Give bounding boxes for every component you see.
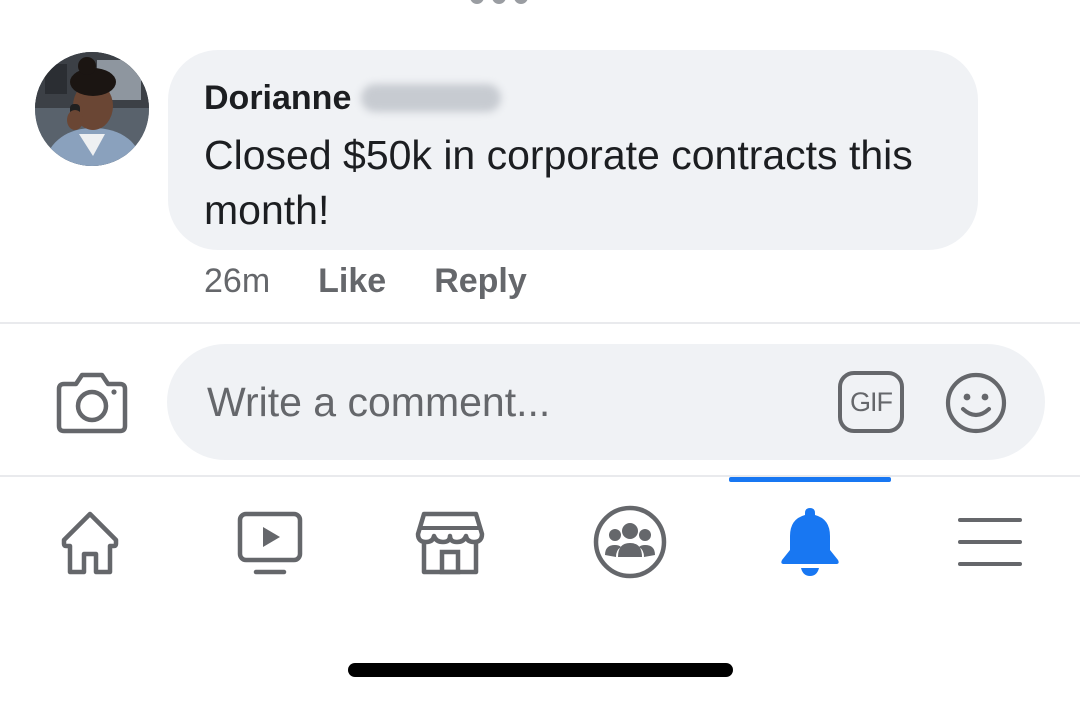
nav-menu[interactable] xyxy=(945,502,1035,582)
comment-author-name[interactable]: Dorianne xyxy=(204,79,351,118)
divider xyxy=(0,322,1080,324)
comment-author-row: Dorianne xyxy=(204,78,942,118)
nav-notifications[interactable] xyxy=(765,502,855,582)
gif-button[interactable]: GIF xyxy=(838,371,904,433)
avatar[interactable] xyxy=(35,52,149,166)
comment-text: Closed $50k in corporate contracts this … xyxy=(204,132,913,233)
like-button[interactable]: Like xyxy=(318,262,386,301)
bell-icon xyxy=(781,508,839,576)
nav-home[interactable] xyxy=(45,502,135,582)
storefront-icon xyxy=(415,511,485,575)
comment-actions: 26m Like Reply xyxy=(204,262,527,301)
home-icon xyxy=(61,511,119,575)
comment-timestamp[interactable]: 26m xyxy=(204,262,270,301)
gif-label: GIF xyxy=(850,386,893,417)
nav-watch[interactable] xyxy=(225,502,315,582)
blurred-surname xyxy=(361,84,502,112)
divider xyxy=(0,475,1080,477)
avatar-photo xyxy=(35,52,149,166)
nav-groups[interactable] xyxy=(585,502,675,582)
previous-content-fragment xyxy=(470,0,540,4)
home-indicator-bar[interactable] xyxy=(348,663,733,677)
comment-bubble[interactable]: Dorianne Closed $50k in corporate contra… xyxy=(168,50,978,250)
hamburger-menu-icon xyxy=(958,518,1022,566)
comment-composer: GIF xyxy=(167,344,1045,460)
reply-button[interactable]: Reply xyxy=(434,262,527,301)
video-icon xyxy=(237,511,303,575)
nav-marketplace[interactable] xyxy=(405,502,495,582)
comment-input[interactable] xyxy=(205,371,809,433)
emoji-button[interactable] xyxy=(945,372,1007,434)
active-tab-indicator xyxy=(729,477,891,482)
camera-icon xyxy=(56,372,128,434)
camera-button[interactable] xyxy=(56,370,128,434)
smiley-icon xyxy=(945,372,1007,434)
groups-icon xyxy=(593,505,667,579)
